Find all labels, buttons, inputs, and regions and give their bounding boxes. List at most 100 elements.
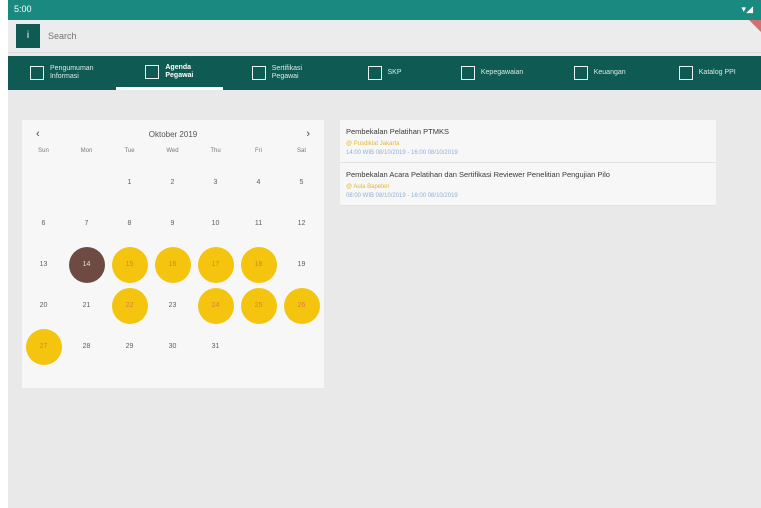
- day-grid: 1 2 3 4 5 6 7 8 9 10 11 12 13 14 15 16 17 18 19 20 21 22 23 24 2…: [22, 162, 324, 367]
- calendar-day[interactable]: 19: [284, 247, 320, 283]
- calendar-day[interactable]: 31: [198, 329, 234, 365]
- calendar-cell: 13: [22, 244, 65, 285]
- weekday-label: Thu: [210, 148, 221, 154]
- calendar-day[interactable]: 18: [240, 246, 277, 283]
- calendar-cell: 5: [280, 162, 323, 203]
- event-card[interactable]: Pembekalan Acara Pelatihan dan Sertifika…: [340, 163, 716, 206]
- calendar-cell: [237, 326, 280, 367]
- calendar-cell: 8: [108, 203, 151, 244]
- calendar-day[interactable]: 10: [198, 206, 234, 242]
- calendar-day[interactable]: 30: [155, 329, 191, 365]
- event-location: @ Aula Bapeten: [346, 184, 390, 190]
- calendar-day[interactable]: 3: [198, 165, 234, 201]
- nav-keuangan[interactable]: Keuangan: [546, 56, 654, 90]
- calendar-cell: 23: [151, 285, 194, 326]
- calendar-cell: 26: [280, 285, 323, 326]
- calendar-cell: 29: [108, 326, 151, 367]
- calendar-cell: 21: [65, 285, 108, 326]
- calendar-cell: 10: [194, 203, 237, 244]
- calendar-day[interactable]: 13: [26, 247, 62, 283]
- calendar-day[interactable]: 16: [154, 246, 191, 283]
- calendar-cell: 18: [237, 244, 280, 285]
- nav-kepegawaian[interactable]: Kepegawaian: [438, 56, 546, 90]
- nav-label: Kepegawaian: [480, 69, 524, 76]
- calendar-day[interactable]: 25: [240, 287, 277, 324]
- calendar-day[interactable]: 28: [69, 329, 105, 365]
- calendar-day[interactable]: 8: [112, 206, 148, 242]
- next-month-button[interactable]: ›: [306, 128, 310, 140]
- nav-label: Katalog PPI: [698, 69, 736, 76]
- calendar-cell: [65, 162, 108, 203]
- newspaper-icon: [29, 66, 44, 80]
- nav-label: SKP: [387, 69, 402, 76]
- calendar-icon: [145, 64, 160, 79]
- nav-agenda[interactable]: Agenda Pegawai: [115, 56, 224, 90]
- calendar-day[interactable]: 2: [155, 165, 191, 201]
- event-title: Pembekalan Pelatihan PTMKS: [346, 127, 449, 136]
- weekday-label: Fri: [255, 148, 262, 154]
- card-icon: [573, 66, 588, 80]
- calendar-day[interactable]: 23: [155, 288, 191, 324]
- menu-button[interactable]: i: [16, 24, 40, 48]
- weekday-label: Mon: [80, 148, 93, 154]
- weekday-label: Tue: [124, 148, 135, 154]
- nav-pengumuman[interactable]: Pengumuman Informasi: [8, 56, 116, 90]
- event-title: Pembekalan Acara Pelatihan dan Sertifika…: [346, 170, 610, 179]
- calendar-day[interactable]: 15: [111, 246, 148, 283]
- corner-ribbon: [749, 20, 761, 32]
- calendar-day[interactable]: 7: [69, 206, 105, 242]
- calendar-day[interactable]: 27: [25, 328, 62, 365]
- calendar-day[interactable]: 12: [284, 206, 320, 242]
- qr-icon: [678, 66, 693, 80]
- calendar-day[interactable]: 11: [241, 206, 277, 242]
- calendar-day[interactable]: 1: [112, 165, 148, 201]
- event-time: 08:00 WIB 08/10/2019 - 16:00 08/10/2019: [346, 193, 458, 199]
- app-frame: 5:00 ▾◢ i PengumumanInformasi AgendaPega…: [8, 0, 761, 508]
- nav-sertifikasi[interactable]: Sertifikasi Pegawai: [223, 56, 331, 90]
- nav-sublabel: Pegawai: [165, 71, 194, 79]
- calendar-day[interactable]: 5: [284, 165, 320, 201]
- nav-label: Sertifikasi: [271, 65, 303, 72]
- calendar-cell: 27: [22, 326, 65, 367]
- calendar-day[interactable]: 29: [112, 329, 148, 365]
- status-bar: 5:00 ▾◢: [8, 0, 761, 20]
- calendar-cell: [22, 162, 65, 203]
- signal-icon: ▾◢: [741, 4, 753, 14]
- chart-icon: [367, 66, 382, 80]
- calendar-day[interactable]: 22: [111, 287, 148, 324]
- search-input[interactable]: [46, 26, 650, 46]
- calendar-cell: 31: [194, 326, 237, 367]
- search-bar: i: [8, 20, 761, 53]
- calendar-day[interactable]: 6: [26, 206, 62, 242]
- calendar-cell: 25: [237, 285, 280, 326]
- event-card[interactable]: Pembekalan Pelatihan PTMKS @ Pusdiklat Ja…: [340, 120, 716, 163]
- nav-sublabel: Pegawai: [271, 73, 299, 80]
- calendar-cell: 30: [151, 326, 194, 367]
- calendar-cell: 6: [22, 203, 65, 244]
- calendar-day[interactable]: 26: [283, 287, 320, 324]
- nav-label: Keuangan: [593, 69, 626, 76]
- status-time: 5:00: [14, 4, 32, 14]
- calendar-cell: [280, 326, 323, 367]
- calendar-cell: 1: [108, 162, 151, 203]
- calendar-cell: 4: [237, 162, 280, 203]
- nav-skp[interactable]: SKP: [331, 56, 439, 90]
- weekday-row: Sun Mon Tue Wed Thu Fri Sat: [22, 148, 324, 154]
- calendar-cell: 28: [65, 326, 108, 367]
- calendar-day[interactable]: 21: [69, 288, 105, 324]
- calendar-day[interactable]: 14: [68, 246, 105, 283]
- calendar-day[interactable]: 20: [26, 288, 62, 324]
- calendar-day[interactable]: 24: [197, 287, 234, 324]
- nav-katalog[interactable]: Katalog PPI: [653, 56, 761, 90]
- event-list: Pembekalan Pelatihan PTMKS @ Pusdiklat Ja…: [340, 120, 716, 206]
- event-location: @ Pusdiklat Jakarta: [346, 141, 400, 147]
- calendar-day[interactable]: 9: [155, 206, 191, 242]
- main-nav: Pengumuman Informasi Agenda Pegawai Sertif…: [8, 56, 761, 90]
- calendar-day[interactable]: 4: [241, 165, 277, 201]
- calendar-cell: 16: [151, 244, 194, 285]
- weekday-label: Sat: [296, 148, 306, 154]
- calendar-cell: 19: [280, 244, 323, 285]
- calendar-day[interactable]: 17: [197, 246, 234, 283]
- calendar-cell: 14: [65, 244, 108, 285]
- calendar-cell: 15: [108, 244, 151, 285]
